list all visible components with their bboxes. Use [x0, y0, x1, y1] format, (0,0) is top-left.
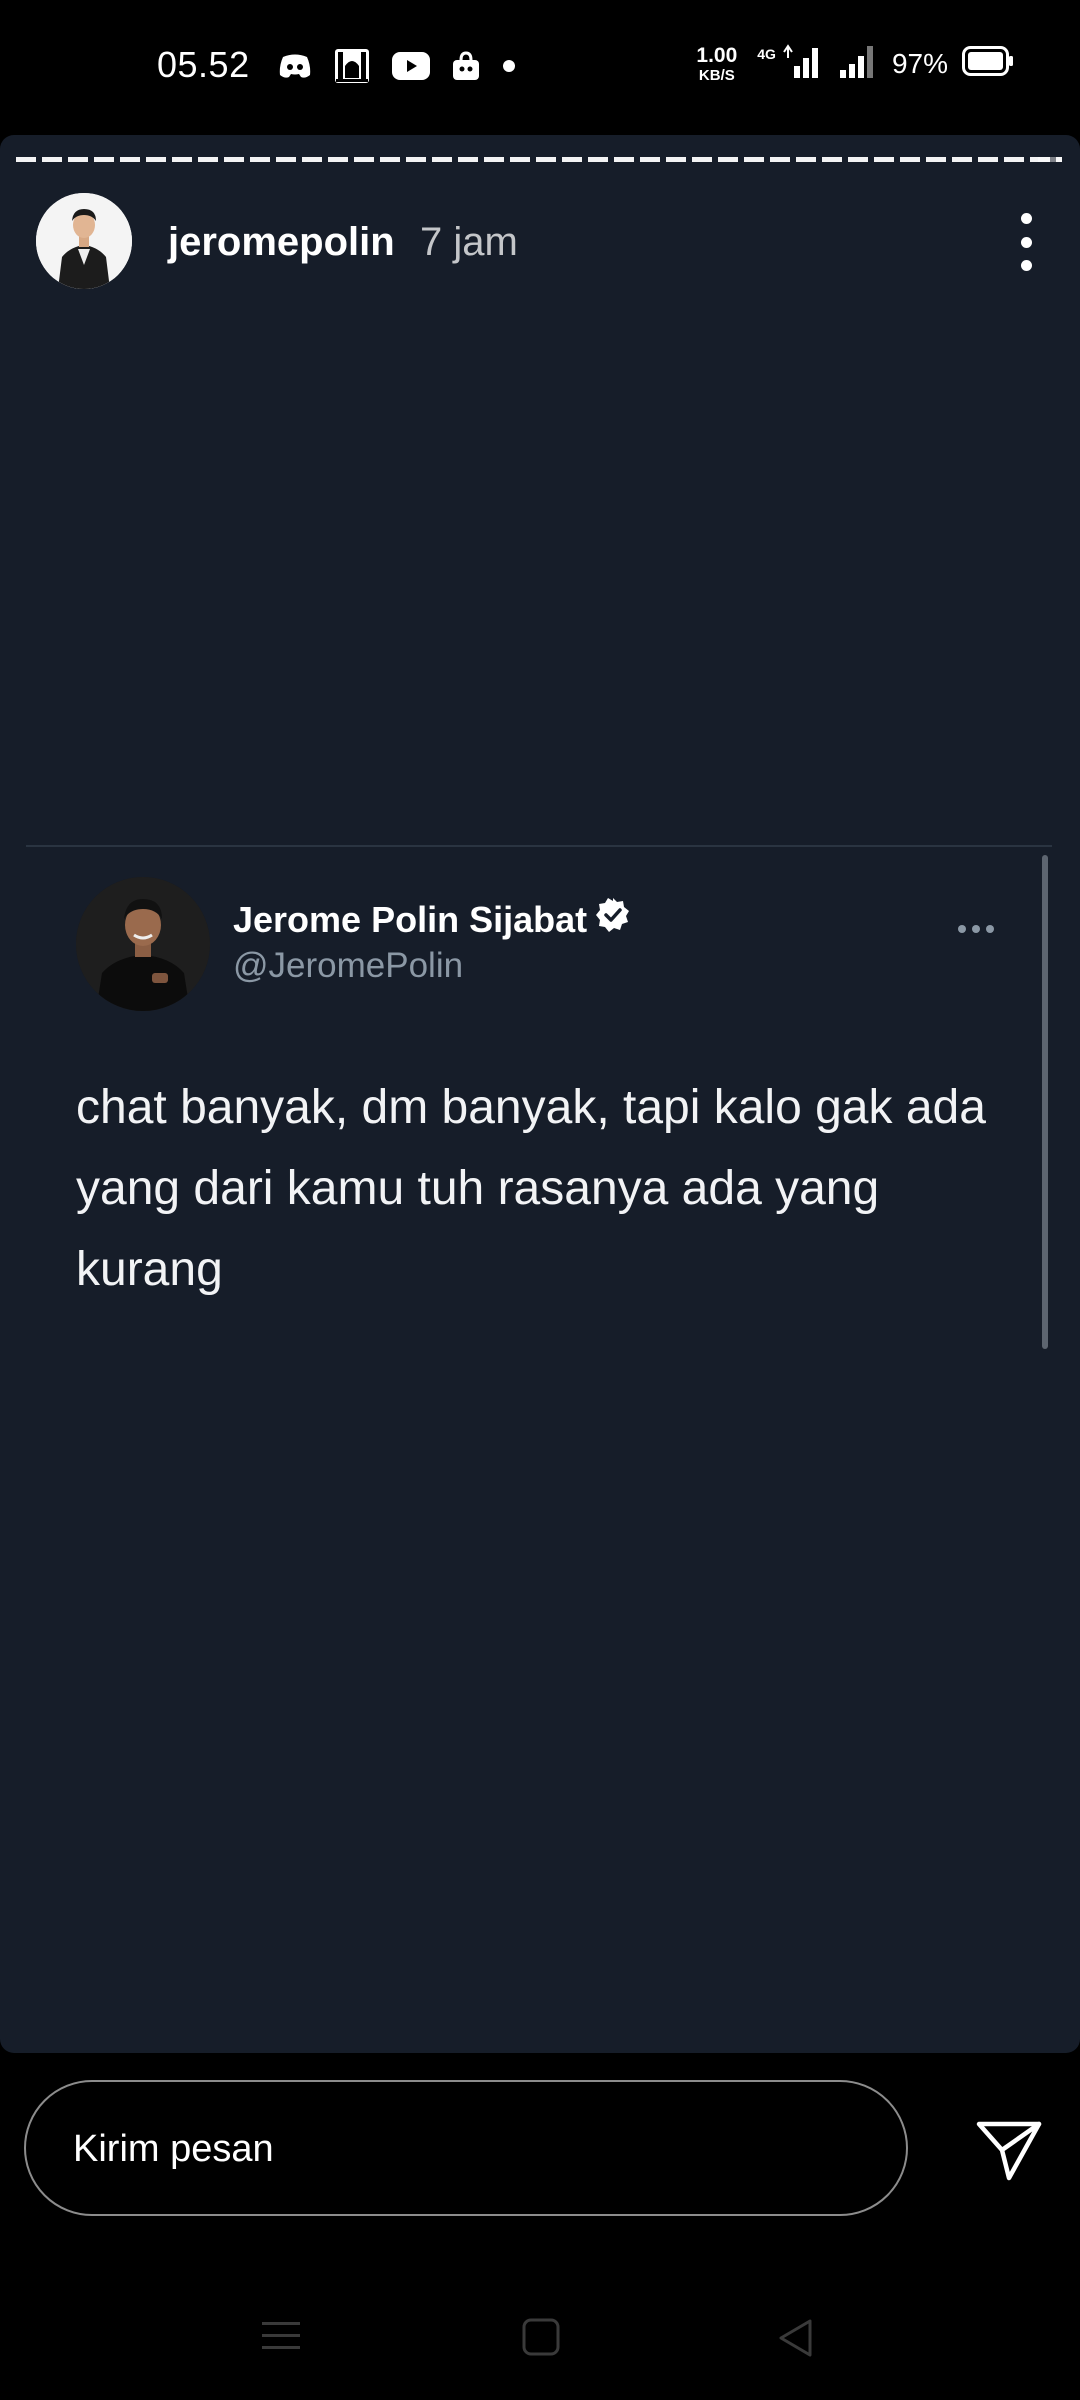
- battery-percent: 97%: [891, 47, 948, 79]
- status-right: 1.00 KB/S 4G 97%: [696, 44, 1014, 83]
- send-icon[interactable]: [976, 2120, 1042, 2182]
- status-time: 05.52: [157, 44, 250, 85]
- status-bar: 05.52 1.00 KB/S 4G 97%: [0, 0, 1080, 135]
- tweet-scrollbar: [1042, 855, 1048, 1349]
- story-progress-bar: [16, 157, 1062, 162]
- story-username[interactable]: jeromepolin: [168, 220, 395, 265]
- tweet-author-handle: @JeromePolin: [233, 946, 464, 985]
- story-header: jeromepolin 7 jam: [36, 193, 1046, 289]
- tweet-author-avatar: [76, 877, 210, 1011]
- youtube-icon: [392, 52, 430, 80]
- dot-icon: [502, 59, 516, 73]
- embedded-tweet: Jerome Polin Sijabat @JeromePolin chat b…: [26, 845, 1052, 1349]
- tweet-author-name: Jerome Polin Sijabat: [233, 897, 631, 942]
- signal-icon: [782, 44, 824, 83]
- shopee-icon: [452, 51, 480, 81]
- network-type: 4G: [757, 45, 776, 62]
- tweet-text: chat banyak, dm banyak, tapi kalo gak ad…: [76, 1081, 986, 1296]
- network-speed-unit: KB/S: [698, 66, 735, 84]
- network-speed-value: 1.00: [696, 43, 738, 67]
- back-icon[interactable]: [776, 2318, 816, 2363]
- verified-badge-icon: [595, 897, 631, 942]
- battery-icon: [962, 46, 1014, 81]
- send-message-input[interactable]: Kirim pesan: [24, 2080, 908, 2216]
- system-navigation-bar: [0, 2270, 1080, 2400]
- signal-icon-secondary: [838, 44, 878, 83]
- story-time-ago: 7 jam: [420, 220, 518, 264]
- home-icon[interactable]: [522, 2318, 560, 2361]
- notification-icons: [278, 48, 516, 84]
- send-message-placeholder: Kirim pesan: [73, 2128, 274, 2170]
- discord-icon: [278, 53, 312, 79]
- tweet-author-name-text: Jerome Polin Sijabat: [233, 898, 588, 940]
- story-viewer[interactable]: jeromepolin 7 jam Jerome Polin Sijabat @…: [0, 135, 1080, 2053]
- tweet-more-icon: [958, 925, 994, 933]
- story-user-avatar[interactable]: [36, 193, 132, 289]
- more-options-icon[interactable]: [1006, 207, 1046, 277]
- network-speed: 1.00 KB/S: [696, 45, 737, 83]
- mosque-app-icon: [334, 48, 370, 84]
- menu-icon[interactable]: [262, 2318, 300, 2359]
